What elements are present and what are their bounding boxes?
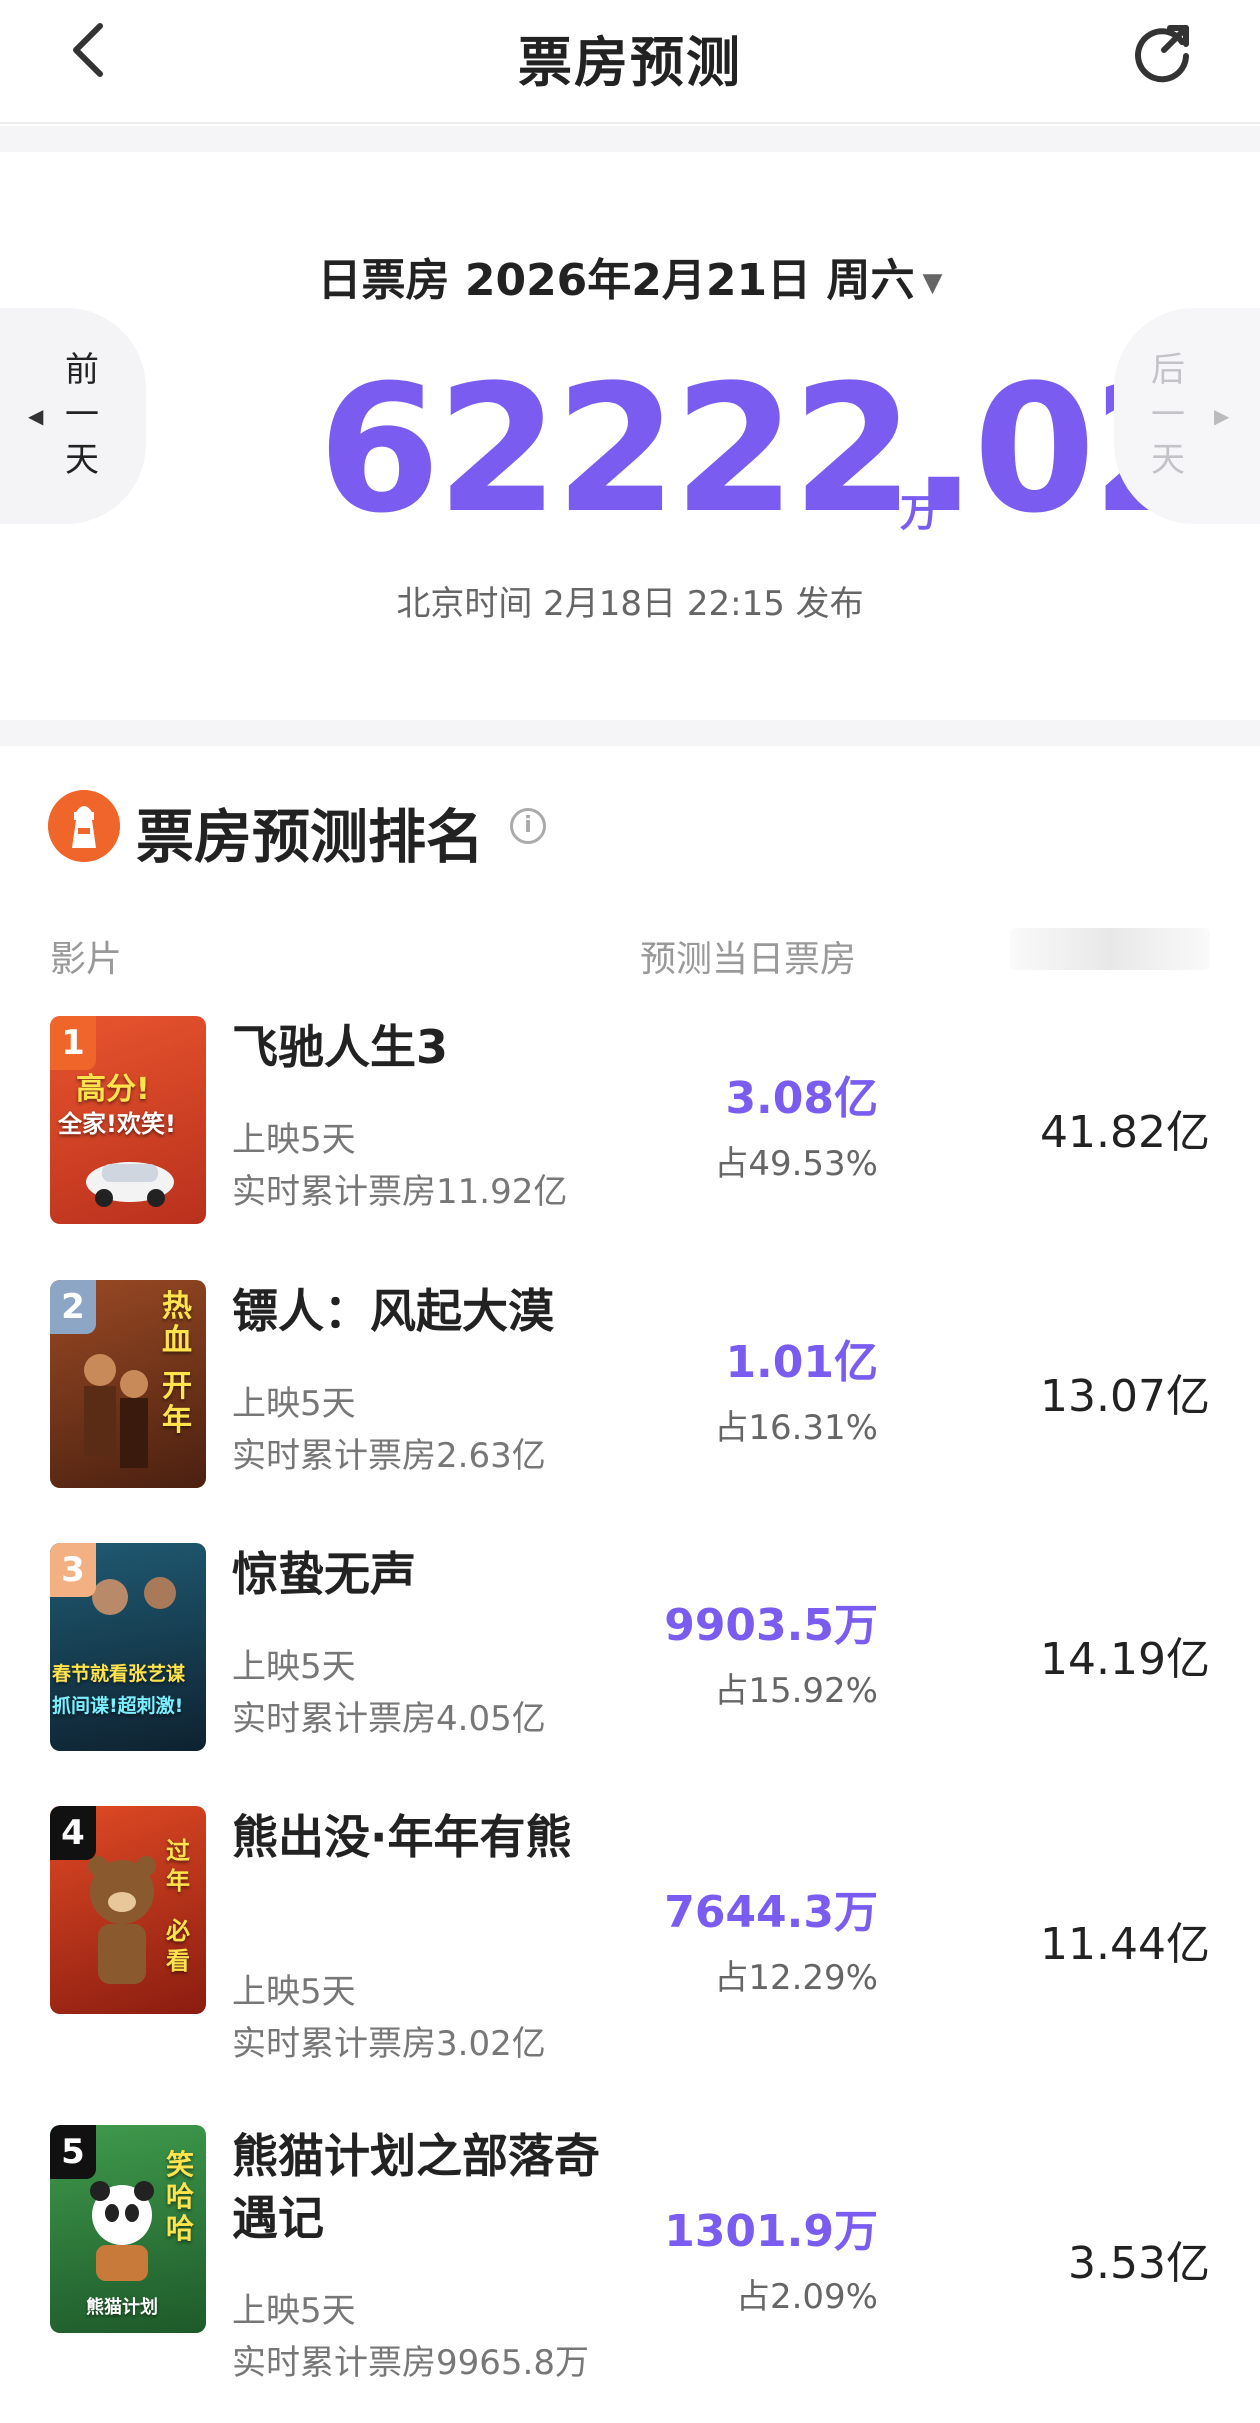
column-header-film: 影片 <box>50 939 123 980</box>
prev-day-button[interactable]: ◀ 前 一 天 <box>0 308 146 524</box>
column-header-faded <box>1010 928 1210 970</box>
rank-badge: 1 <box>50 1016 96 1070</box>
daily-boxoffice-card: 日票房 2026年2月21日 周六 ▼ 62222.02 万 北京时间 2月18日… <box>0 152 1260 720</box>
predicted-boxoffice: 9903.5万 <box>664 1600 878 1651</box>
cumulative-boxoffice: 实时累计票房2.63亿 <box>232 1436 546 1476</box>
film-name: 熊出没·年年有熊 <box>232 1810 572 1864</box>
total-boxoffice-value: 62222.02 <box>318 347 1214 552</box>
boxoffice-share: 占2.09% <box>735 2277 878 2317</box>
cumulative-boxoffice: 实时累计票房3.02亿 <box>232 2024 546 2064</box>
film-name: 镖人：风起大漠 <box>232 1284 554 1338</box>
info-icon[interactable]: i <box>510 808 546 844</box>
next-day-button[interactable]: 后 一 天 ▶ <box>1114 308 1260 524</box>
film-poster: 过年 必看 4 <box>50 1806 206 2014</box>
projected-total: 13.07亿 <box>1040 1371 1210 1422</box>
next-day-label: 后 一 天 <box>1151 350 1185 480</box>
film-poster: 热血 开年 2 <box>50 1280 206 1488</box>
date-selector[interactable]: 日票房 2026年2月21日 周六 ▼ <box>0 244 1260 308</box>
film-name: 惊蛰无声 <box>232 1547 416 1601</box>
page-title: 票房预测 <box>518 31 742 94</box>
boxoffice-share: 占15.92% <box>714 1671 878 1711</box>
predicted-boxoffice: 3.08亿 <box>725 1073 878 1124</box>
characters-illustration-icon <box>92 1577 176 1615</box>
days-showing: 上映5天 <box>232 1120 356 1160</box>
bear-illustration-icon <box>88 1856 156 1984</box>
days-showing: 上映5天 <box>232 1972 356 2012</box>
film-poster: 笑哈哈 熊猫计划 5 <box>50 2125 206 2333</box>
film-name: 飞驰人生3 <box>232 1020 449 1074</box>
panda-illustration-icon <box>90 2181 154 2281</box>
predicted-boxoffice: 7644.3万 <box>664 1887 878 1938</box>
boxoffice-share: 占49.53% <box>714 1144 878 1184</box>
film-poster: 高分! 全家!欢笑! 1 <box>50 1016 206 1224</box>
film-poster: 春节就看张艺谋 抓间谍!超刺激! 3 <box>50 1543 206 1751</box>
column-header-predicted: 预测当日票房 <box>640 939 857 980</box>
days-showing: 上映5天 <box>232 1647 356 1687</box>
boxoffice-share: 占16.31% <box>714 1408 878 1448</box>
rank-badge: 4 <box>50 1806 96 1860</box>
rank-badge: 5 <box>50 2125 96 2179</box>
caret-right-icon: ▶ <box>1214 404 1230 428</box>
days-showing: 上映5天 <box>232 2291 356 2331</box>
total-boxoffice-unit: 万 <box>900 491 939 535</box>
caret-down-icon: ▼ <box>922 268 943 298</box>
prev-day-label: 前 一 天 <box>65 350 99 480</box>
publish-time: 北京时间 2月18日 22:15 发布 <box>396 584 864 624</box>
projected-total: 11.44亿 <box>1040 1919 1210 1970</box>
projected-total: 14.19亿 <box>1040 1634 1210 1685</box>
characters-illustration-icon <box>84 1354 148 1468</box>
cumulative-boxoffice: 实时累计票房9965.8万 <box>232 2343 589 2383</box>
car-illustration-icon <box>86 1162 174 1207</box>
cumulative-boxoffice: 实时累计票房4.05亿 <box>232 1699 546 1739</box>
section-title: 票房预测排名 <box>136 803 485 871</box>
projected-total: 41.82亿 <box>1040 1107 1210 1158</box>
cumulative-boxoffice: 实时累计票房11.92亿 <box>232 1172 568 1212</box>
predicted-boxoffice: 1301.9万 <box>664 2206 878 2257</box>
projected-total: 3.53亿 <box>1068 2238 1210 2289</box>
days-showing: 上映5天 <box>232 1384 356 1424</box>
share-icon[interactable] <box>1130 18 1196 84</box>
lighthouse-logo-icon <box>48 790 120 862</box>
film-name: 熊猫计划之部落奇遇记 <box>232 2129 600 2245</box>
boxoffice-share: 占12.29% <box>714 1958 878 1998</box>
divider <box>0 720 1260 746</box>
rank-badge: 3 <box>50 1543 96 1597</box>
predicted-boxoffice: 1.01亿 <box>725 1337 878 1388</box>
caret-left-icon: ◀ <box>28 404 44 428</box>
top-bar: 票房预测 <box>0 0 1260 124</box>
date-label: 日票房 2026年2月21日 周六 <box>317 255 915 306</box>
rank-badge: 2 <box>50 1280 96 1334</box>
divider <box>0 126 1260 152</box>
